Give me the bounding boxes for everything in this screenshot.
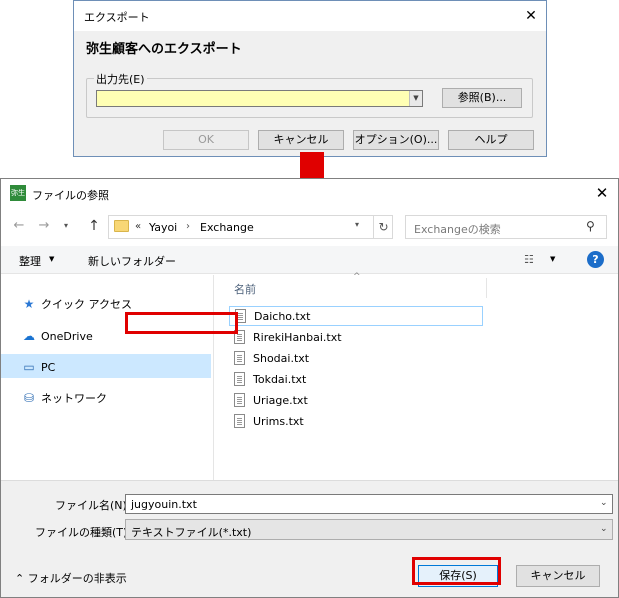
filetype-select[interactable]: テキストファイル(*.txt) ⌄ bbox=[125, 519, 613, 540]
file-item[interactable]: Uriage.txt bbox=[229, 391, 483, 411]
cancel-button[interactable]: キャンセル bbox=[258, 130, 344, 150]
export-dialog-title: エクスポート bbox=[84, 11, 150, 24]
refresh-icon[interactable]: ↻ bbox=[373, 216, 393, 238]
hide-folders-toggle[interactable]: ⌃ フォルダーの非表示 bbox=[15, 570, 127, 586]
address-bar[interactable]: « Yayoi › Exchange ▾ ↻ bbox=[108, 215, 393, 239]
back-arrow-icon[interactable]: ← bbox=[10, 216, 28, 236]
file-item[interactable]: Urims.txt bbox=[229, 412, 483, 432]
forward-arrow-icon[interactable]: → bbox=[35, 216, 53, 236]
chevron-down-icon[interactable]: ⌄ bbox=[600, 498, 608, 508]
nav-item-pc[interactable]: ▭ PC bbox=[21, 356, 55, 378]
file-name: Uriage.txt bbox=[253, 394, 308, 407]
bottom-panel: ファイル名(N): jugyouin.txt ⌄ ファイルの種類(T): テキス… bbox=[1, 480, 618, 597]
output-group-label: 出力先(E) bbox=[94, 71, 147, 87]
star-icon: ★ bbox=[23, 297, 35, 311]
sort-ascending-icon: ^ bbox=[353, 272, 361, 282]
file-item[interactable]: Shodai.txt bbox=[229, 349, 483, 369]
breadcrumb-exchange[interactable]: Exchange bbox=[200, 221, 254, 234]
nav-item-network[interactable]: ⛁ ネットワーク bbox=[21, 387, 107, 409]
file-dialog-titlebar: 弥生 ファイルの参照 ✕ bbox=[1, 179, 618, 208]
text-file-icon bbox=[234, 393, 245, 407]
column-name-label: 名前 bbox=[234, 283, 256, 296]
close-icon[interactable]: ✕ bbox=[520, 5, 542, 27]
chevron-down-icon[interactable]: ▼ bbox=[409, 91, 422, 106]
output-path-combobox[interactable] bbox=[96, 90, 423, 107]
text-file-icon bbox=[234, 414, 245, 428]
file-name: RirekiHanbai.txt bbox=[253, 331, 342, 344]
export-titlebar: エクスポート ✕ bbox=[74, 1, 546, 31]
file-name: Urims.txt bbox=[253, 415, 304, 428]
search-icon[interactable]: ⚲ bbox=[586, 219, 595, 233]
filetype-label: ファイルの種類(T): bbox=[35, 526, 132, 539]
computer-icon: ▭ bbox=[23, 360, 35, 374]
filename-input[interactable]: jugyouin.txt ⌄ bbox=[125, 494, 613, 514]
help-button[interactable]: ヘルプ bbox=[448, 130, 534, 150]
chevron-down-icon[interactable]: ▾ bbox=[355, 220, 359, 229]
filename-value: jugyouin.txt bbox=[131, 498, 197, 511]
new-folder-button[interactable]: 新しいフォルダー bbox=[88, 253, 176, 269]
view-options-icon[interactable]: ☷ bbox=[524, 253, 534, 266]
search-input[interactable]: Exchangeの検索 ⚲ bbox=[405, 215, 607, 239]
text-file-icon bbox=[234, 351, 245, 365]
filename-highlight-box bbox=[125, 312, 238, 334]
network-icon: ⛁ bbox=[23, 391, 35, 405]
organize-button[interactable]: 整理 bbox=[19, 253, 41, 269]
close-icon[interactable]: ✕ bbox=[591, 182, 613, 204]
ok-button[interactable]: OK bbox=[163, 130, 249, 150]
filename-label: ファイル名(N): bbox=[55, 499, 131, 512]
file-name: Shodai.txt bbox=[253, 352, 310, 365]
file-name: Tokdai.txt bbox=[253, 373, 307, 386]
up-arrow-icon[interactable]: ↑ bbox=[85, 216, 103, 236]
search-placeholder: Exchangeの検索 bbox=[414, 223, 501, 236]
file-item[interactable]: Tokdai.txt bbox=[229, 370, 483, 390]
chevron-down-icon[interactable]: ⌄ bbox=[600, 524, 608, 534]
yayoi-app-icon: 弥生 bbox=[10, 185, 26, 201]
nav-item-quick-access[interactable]: ★ クイック アクセス bbox=[21, 293, 132, 315]
toolbar: 整理 ▼ 新しいフォルダー ☷ ▼ ? bbox=[1, 246, 618, 274]
breadcrumb-separator-icon[interactable]: › bbox=[186, 221, 190, 232]
breadcrumb-yayoi[interactable]: Yayoi bbox=[149, 221, 177, 234]
save-highlight-box bbox=[412, 557, 501, 585]
cancel-button[interactable]: キャンセル bbox=[516, 565, 600, 587]
text-file-icon bbox=[234, 372, 245, 386]
filetype-value: テキストファイル(*.txt) bbox=[131, 526, 252, 539]
column-header-name[interactable]: 名前 ^ bbox=[229, 272, 487, 298]
file-item[interactable]: RirekiHanbai.txt bbox=[229, 328, 483, 348]
chevron-down-icon[interactable]: ▼ bbox=[49, 255, 54, 263]
nav-item-label: ネットワーク bbox=[41, 392, 107, 405]
cloud-icon: ☁ bbox=[23, 329, 35, 343]
chevron-down-icon[interactable]: ▼ bbox=[550, 255, 555, 263]
nav-item-label: PC bbox=[41, 361, 56, 374]
options-button[interactable]: オプション(O)... bbox=[353, 130, 439, 150]
folder-icon bbox=[114, 220, 129, 232]
export-heading: 弥生顧客へのエクスポート bbox=[86, 42, 242, 57]
export-dialog: エクスポート ✕ 弥生顧客へのエクスポート 出力先(E) ▼ 参照(B)... … bbox=[73, 0, 547, 157]
nav-item-label: クイック アクセス bbox=[41, 298, 132, 311]
file-dialog-title: ファイルの参照 bbox=[32, 189, 109, 202]
breadcrumb-overflow-icon[interactable]: « bbox=[135, 221, 141, 232]
nav-item-label: OneDrive bbox=[41, 330, 93, 343]
file-browse-dialog: 弥生 ファイルの参照 ✕ ← → ▾ ↑ « Yayoi › Exchange … bbox=[0, 178, 619, 598]
help-icon[interactable]: ? bbox=[587, 251, 604, 268]
recent-locations-icon[interactable]: ▾ bbox=[57, 216, 75, 236]
nav-item-onedrive[interactable]: ☁ OneDrive bbox=[21, 325, 93, 347]
file-item[interactable]: Daicho.txt bbox=[229, 306, 483, 326]
browse-button[interactable]: 参照(B)... bbox=[442, 88, 522, 108]
file-name: Daicho.txt bbox=[254, 310, 311, 323]
